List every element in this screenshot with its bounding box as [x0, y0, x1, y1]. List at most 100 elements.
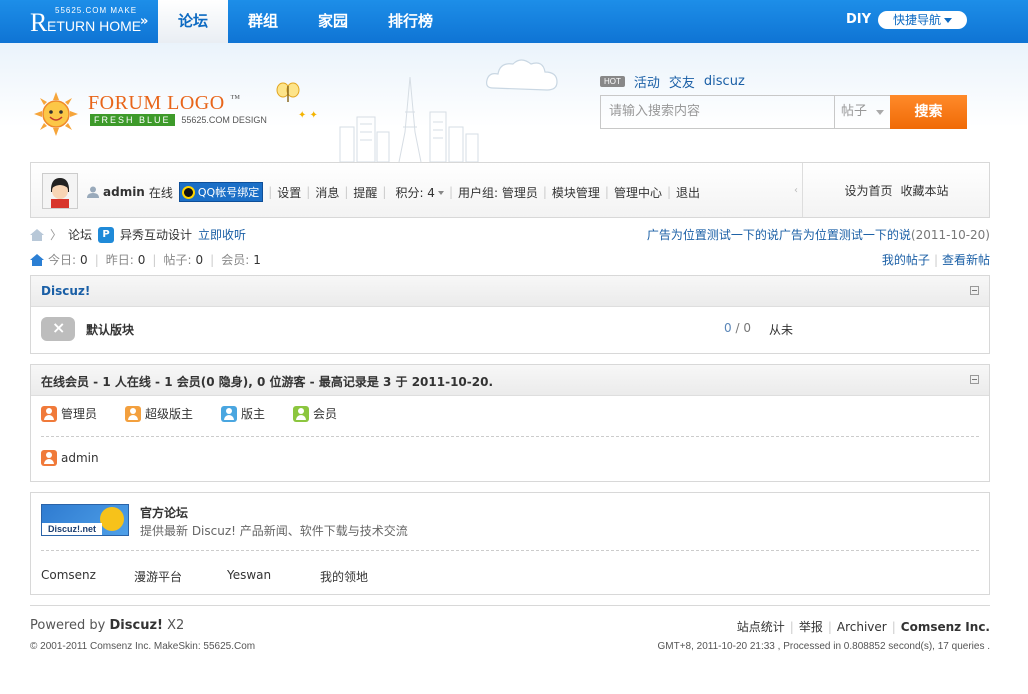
bookmark-link[interactable]: 收藏本站: [901, 182, 949, 199]
user-bar: admin 在线 QQ帐号绑定 | 设置 | 消息 | 提醒 | 积分: 4 |…: [30, 162, 990, 218]
divider: |: [152, 252, 157, 267]
logo-letter: R: [30, 8, 48, 37]
collapse-icon[interactable]: [970, 375, 979, 384]
divider: [41, 436, 979, 437]
hot-link-friends[interactable]: 交友: [669, 72, 695, 91]
nav-ranking[interactable]: 排行榜: [368, 0, 453, 43]
announcement[interactable]: 广告为位置测试一下的说广告为位置测试一下的说(2011-10-20): [647, 226, 990, 243]
forum-logo-text: FORUM LOGO: [88, 92, 225, 114]
last-post: 从未: [769, 323, 794, 337]
members-count: 1: [253, 252, 261, 267]
members-label: 会员:: [221, 253, 250, 267]
logout-link[interactable]: 退出: [676, 184, 700, 201]
view-new-posts-link[interactable]: 查看新帖: [942, 253, 990, 267]
online-user[interactable]: admin: [41, 450, 99, 466]
legend-row: 管理员 超级版主 版主 会员: [41, 405, 337, 422]
site-stats-link[interactable]: 站点统计: [737, 620, 785, 634]
messages-link[interactable]: 消息: [315, 184, 339, 201]
legend-admin: 管理员: [41, 405, 97, 422]
comsenz-link[interactable]: Comsenz Inc.: [901, 620, 990, 634]
breadcrumb-forum[interactable]: 论坛: [68, 226, 92, 243]
divider: |: [604, 185, 609, 199]
legend-label: 会员: [313, 407, 338, 421]
home-icon[interactable]: [30, 228, 44, 241]
legend-label: 管理员: [61, 407, 98, 421]
friend-links-box: Discuz!.net 官方论坛 提供最新 Discuz! 产品新闻、软件下载与…: [30, 492, 990, 595]
search-type-select[interactable]: 帖子: [834, 95, 891, 129]
points-label: 积分: 4: [395, 185, 435, 200]
makeskin-link[interactable]: 55625.Com: [203, 641, 255, 652]
category-title[interactable]: Discuz!: [41, 284, 90, 298]
stars-decoration: ✦ ✦: [298, 110, 318, 121]
online-title[interactable]: 在线会员 - 1 人在线 - 1 会员(0 隐身), 0 位游客 - 最高记录是…: [41, 373, 493, 390]
yesterday-label: 昨日:: [105, 253, 134, 267]
home-stats-icon: [30, 253, 44, 266]
official-forum-link[interactable]: 官方论坛: [140, 504, 188, 521]
settings-link[interactable]: 设置: [277, 184, 301, 201]
powered-by: Powered by Discuz! X2: [30, 618, 184, 633]
legend-label: 超级版主: [145, 407, 194, 421]
site-name-link[interactable]: 异秀互动设计: [120, 226, 192, 243]
user-icon: [87, 186, 99, 198]
user-avatar-icon: [43, 174, 77, 208]
logo-small-text: 55625.COM MAKE: [55, 6, 138, 15]
friend-link-yeswan[interactable]: Yeswan: [227, 568, 320, 585]
announcement-text: 广告为位置测试一下的说广告为位置测试一下的说: [646, 228, 911, 242]
chevron-down-icon: [437, 191, 444, 195]
chevron-down-icon: [876, 110, 884, 115]
usergroup-link[interactable]: 用户组: 管理员: [458, 184, 538, 201]
city-skyline-decoration: [339, 76, 479, 162]
powered-version: X2: [167, 618, 185, 633]
nav-home[interactable]: 家园: [298, 0, 368, 43]
divider: |: [94, 252, 99, 267]
double-arrow-icon: »: [140, 14, 149, 29]
friend-link-my-domain[interactable]: 我的领地: [320, 568, 368, 585]
my-posts-link[interactable]: 我的帖子: [882, 253, 930, 267]
report-link[interactable]: 举报: [799, 620, 823, 634]
user-group-legend: 管理员 超级版主 版主 会员 admin: [31, 396, 989, 466]
username-link[interactable]: admin: [103, 185, 145, 199]
points-dropdown[interactable]: 积分: 4: [395, 184, 444, 201]
admin-user-icon: [41, 405, 57, 422]
legend-member: 会员: [293, 405, 337, 422]
nav-groups[interactable]: 群组: [228, 0, 298, 43]
flower-icon: [100, 507, 124, 531]
weibo-icon: P: [98, 226, 115, 243]
set-homepage-link[interactable]: 设为首页: [844, 182, 892, 199]
collapse-icon[interactable]: [970, 286, 979, 295]
quick-nav-label: 快捷导航: [892, 13, 941, 27]
follow-now-link[interactable]: 立即收听: [198, 226, 246, 243]
my-links: 我的帖子 | 查看新帖: [882, 251, 990, 268]
chevron-down-icon: [944, 18, 952, 23]
forum-category-box: Discuz! 默认版块 0 / 0 从未: [30, 275, 990, 354]
qq-bind-button[interactable]: QQ帐号绑定: [178, 182, 264, 202]
forum-row: 默认版块 0 / 0 从未: [31, 307, 989, 352]
hot-link-activity[interactable]: 活动: [634, 72, 660, 91]
moderator-user-icon: [221, 405, 238, 422]
forum-name[interactable]: 默认版块: [86, 321, 134, 338]
discuz-link[interactable]: Discuz!: [110, 618, 163, 633]
archiver-link[interactable]: Archiver: [837, 620, 887, 634]
hot-link-discuz[interactable]: discuz: [704, 74, 745, 89]
search-button[interactable]: 搜索: [890, 95, 967, 129]
diy-button[interactable]: DIY: [846, 12, 871, 27]
forum-logo-subtitle: FRESH BLUE 55625.COM DESIGN: [90, 114, 267, 126]
search-input[interactable]: 请输入搜索内容: [600, 95, 835, 129]
friend-links: Comsenz 漫游平台 Yeswan 我的领地: [41, 568, 368, 585]
friend-link-comsenz[interactable]: Comsenz: [41, 568, 134, 585]
discuz-logo-link[interactable]: Discuz!.net: [41, 504, 129, 536]
powered-prefix: Powered by: [30, 618, 106, 633]
server-info: GMT+8, 2011-10-20 21:33 , Processed in 0…: [657, 641, 990, 652]
thread-count: 0: [724, 321, 732, 335]
quick-nav-dropdown[interactable]: 快捷导航: [878, 11, 967, 29]
avatar[interactable]: [42, 173, 78, 209]
module-manage-link[interactable]: 模块管理: [552, 184, 600, 201]
divider: |: [448, 185, 453, 199]
nav-forum[interactable]: 论坛: [158, 0, 229, 43]
notifications-link[interactable]: 提醒: [353, 184, 377, 201]
friend-link-manyou[interactable]: 漫游平台: [134, 568, 227, 585]
site-links: ‹ 设为首页 收藏本站: [794, 163, 990, 217]
powered-name: Discuz!: [109, 618, 163, 633]
legend-label: 版主: [241, 407, 266, 421]
admin-center-link[interactable]: 管理中心: [614, 184, 662, 201]
